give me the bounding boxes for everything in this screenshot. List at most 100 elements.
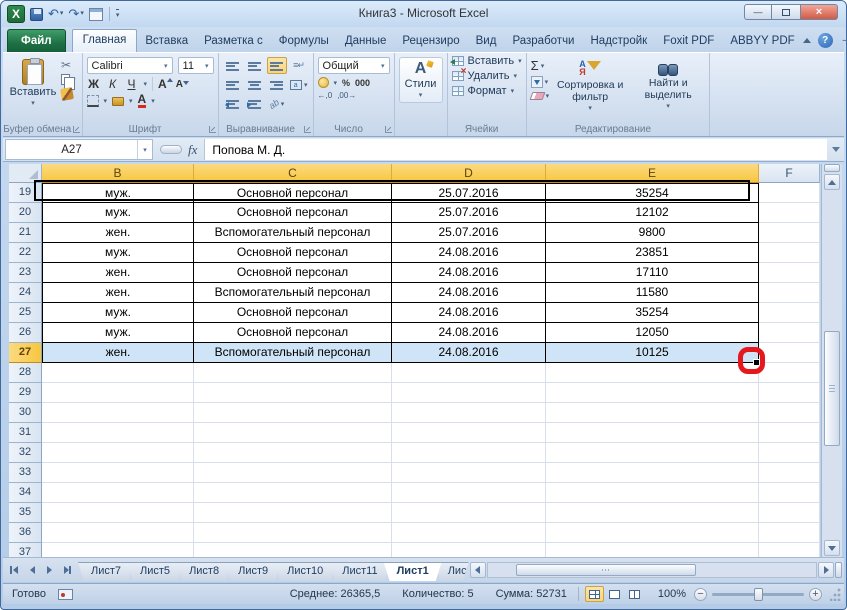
zoom-out-button[interactable]: − — [694, 588, 707, 601]
cell[interactable]: Вспомогательный персонал — [194, 343, 392, 363]
cell[interactable] — [759, 203, 820, 223]
decrease-decimal-button[interactable]: ,00→ — [337, 91, 356, 100]
collapse-ribbon-icon[interactable] — [803, 38, 811, 43]
cell[interactable]: 10125 — [546, 343, 759, 363]
cell[interactable] — [392, 403, 546, 423]
cell[interactable] — [546, 523, 759, 543]
copy-button[interactable]: ▾ — [61, 74, 76, 85]
dialog-launcher-icon[interactable] — [209, 126, 216, 133]
dialog-launcher-icon[interactable] — [73, 126, 80, 133]
cell[interactable] — [392, 483, 546, 503]
cell[interactable] — [392, 463, 546, 483]
cell[interactable] — [392, 383, 546, 403]
cell[interactable]: Основной персонал — [194, 243, 392, 263]
horizontal-scrollbar[interactable] — [470, 562, 842, 579]
cell[interactable]: Вспомогательный персонал — [194, 283, 392, 303]
page-layout-view-button[interactable] — [605, 586, 624, 602]
cell[interactable] — [759, 263, 820, 283]
shrink-font-button[interactable]: А — [176, 79, 187, 90]
prev-sheet-button[interactable] — [24, 562, 40, 578]
formula-input[interactable]: Попова М. Д. — [204, 139, 827, 160]
cell[interactable]: 23851 — [546, 243, 759, 263]
first-sheet-button[interactable] — [7, 562, 23, 578]
cell[interactable] — [759, 523, 820, 543]
cell[interactable]: жен. — [42, 223, 194, 243]
cell[interactable]: 25.07.2016 — [392, 223, 546, 243]
percent-style-button[interactable]: % — [342, 78, 350, 88]
format-cells-button[interactable]: Формат▾ — [452, 85, 522, 97]
cell[interactable]: Вспомогательный персонал — [194, 223, 392, 243]
cell[interactable]: жен. — [42, 343, 194, 363]
normal-view-button[interactable] — [585, 586, 604, 602]
cell[interactable]: 24.08.2016 — [392, 303, 546, 323]
cell[interactable] — [546, 483, 759, 503]
column-header-E[interactable]: E — [546, 164, 759, 183]
macro-record-icon[interactable] — [58, 589, 73, 600]
fill-button[interactable]: ▾ — [531, 76, 550, 88]
align-left-button[interactable] — [223, 76, 243, 93]
accounting-format-icon[interactable] — [318, 77, 329, 88]
cell[interactable]: муж. — [42, 243, 194, 263]
column-header-D[interactable]: D — [392, 164, 546, 183]
delete-cells-button[interactable]: Удалить▾ — [452, 70, 522, 82]
cell[interactable] — [194, 543, 392, 557]
ribbon-tab[interactable]: Надстройк — [583, 30, 656, 52]
cell[interactable] — [194, 383, 392, 403]
ribbon-tab[interactable]: ABBYY PDF — [722, 30, 802, 52]
cell[interactable] — [759, 243, 820, 263]
cell[interactable] — [546, 503, 759, 523]
cell[interactable]: жен. — [42, 283, 194, 303]
last-sheet-button[interactable] — [58, 562, 74, 578]
format-painter-icon[interactable] — [60, 87, 74, 101]
ribbon-tab[interactable]: Foxit PDF — [655, 30, 722, 52]
sheet-tab[interactable]: Лист10 — [274, 562, 336, 581]
font-family-select[interactable]: Calibri▾ — [87, 57, 173, 74]
cell[interactable]: Основной персонал — [194, 183, 392, 203]
cell[interactable]: муж. — [42, 323, 194, 343]
row-header-35[interactable]: 35 — [9, 503, 42, 523]
cell[interactable] — [759, 303, 820, 323]
name-box-dropdown-icon[interactable]: ▾ — [137, 140, 152, 159]
maximize-button[interactable] — [772, 4, 800, 20]
cell[interactable]: 12102 — [546, 203, 759, 223]
cell[interactable] — [759, 543, 820, 557]
cell[interactable] — [759, 323, 820, 343]
cell[interactable] — [194, 403, 392, 423]
cell[interactable] — [546, 363, 759, 383]
column-header-B[interactable]: B — [42, 164, 194, 183]
sheet-tab[interactable]: Лист8 — [176, 562, 232, 581]
cell[interactable] — [194, 463, 392, 483]
row-header-22[interactable]: 22 — [9, 243, 42, 263]
ribbon-tab[interactable]: Разметка с — [196, 30, 271, 52]
row-header-29[interactable]: 29 — [9, 383, 42, 403]
align-center-button[interactable] — [245, 76, 265, 93]
cell[interactable] — [194, 503, 392, 523]
cell[interactable]: Основной персонал — [194, 323, 392, 343]
italic-button[interactable]: К — [106, 77, 120, 91]
cell[interactable]: 24.08.2016 — [392, 263, 546, 283]
cell[interactable] — [42, 403, 194, 423]
dialog-launcher-icon[interactable] — [385, 126, 392, 133]
row-header-36[interactable]: 36 — [9, 523, 42, 543]
zoom-in-button[interactable]: + — [809, 588, 822, 601]
cell[interactable] — [42, 443, 194, 463]
close-button[interactable]: × — [800, 4, 838, 20]
resize-grip[interactable] — [830, 587, 842, 601]
cell[interactable]: 12050 — [546, 323, 759, 343]
fill-handle[interactable] — [753, 359, 760, 366]
scroll-left-button[interactable] — [470, 562, 486, 578]
ribbon-tab[interactable]: Рецензиро — [394, 30, 467, 52]
cell[interactable]: Основной персонал — [194, 303, 392, 323]
row-header-32[interactable]: 32 — [9, 443, 42, 463]
zoom-track[interactable] — [712, 593, 804, 596]
sheet-tab[interactable]: Лист7 — [78, 562, 134, 581]
cell[interactable]: 35254 — [546, 183, 759, 203]
comma-style-button[interactable]: 000 — [355, 78, 370, 88]
row-header-21[interactable]: 21 — [9, 223, 42, 243]
cell[interactable]: 35254 — [546, 303, 759, 323]
ribbon-tab[interactable]: Главная — [72, 29, 138, 52]
orientation-button[interactable]: ab▾ — [267, 95, 287, 112]
column-header-C[interactable]: C — [194, 164, 392, 183]
row-header-25[interactable]: 25 — [9, 303, 42, 323]
cell[interactable] — [759, 403, 820, 423]
